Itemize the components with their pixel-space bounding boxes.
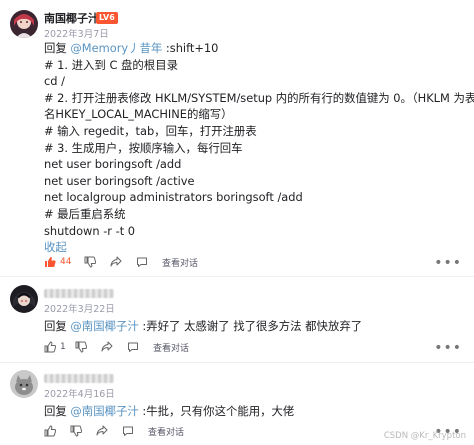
body-line: 名HKEY_LOCAL_MACHINE的缩写） [44, 107, 233, 122]
reply-button[interactable] [122, 425, 134, 437]
thumbs-down-icon [70, 425, 82, 437]
body-line: cd / [44, 74, 65, 89]
comment-body: 回复 @南国椰子汁 :弄好了 太感谢了 找了很多方法 都快放弃了 [44, 318, 460, 335]
collapse-link[interactable]: 收起 [44, 239, 460, 256]
reply-icon [128, 342, 138, 352]
reply-text: :牛批，只有你这个能用，大佬 [138, 404, 295, 418]
view-thread-link[interactable]: 查看对话 [162, 256, 198, 269]
comment-body: 回复 @Memory丿昔年 :shift+10 # 1. 进入到 C 盘的根目录… [44, 40, 474, 256]
reply-button[interactable] [136, 256, 148, 268]
like-button[interactable]: 44 [44, 256, 71, 268]
share-icon [110, 256, 122, 267]
thumbs-up-icon [44, 341, 56, 353]
avatar[interactable] [10, 370, 38, 398]
body-line: # 3. 生成用户，按顺序输入，每行回车 [44, 140, 243, 155]
dislike-button[interactable] [84, 256, 96, 268]
author-name[interactable]: 南国椰子汁 [44, 10, 99, 26]
share-button[interactable] [101, 341, 113, 353]
dislike-button[interactable] [75, 341, 87, 353]
mention-link[interactable]: @南国椰子汁 [70, 319, 138, 333]
body-line: net user boringsoft /active [44, 173, 195, 188]
comment-date: 2022年4月16日 [44, 389, 115, 400]
body-line: net localgroup administrators boringsoft… [44, 190, 303, 205]
divider [0, 276, 474, 277]
reply-prefix: 回复 [44, 319, 71, 333]
share-icon [96, 425, 108, 436]
reply-text: :shift+10 [162, 41, 219, 55]
thumbs-down-icon [84, 256, 96, 268]
body-line: shutdown -r -t 0 [44, 223, 136, 238]
more-options-icon[interactable]: ••• [434, 341, 462, 355]
share-button[interactable] [96, 425, 108, 437]
reply-prefix: 回复 [44, 404, 71, 418]
share-button[interactable] [110, 256, 122, 268]
reply-button[interactable] [127, 341, 139, 353]
share-icon [101, 341, 113, 352]
like-count: 44 [60, 257, 72, 267]
view-thread-link[interactable]: 查看对话 [148, 425, 184, 438]
comment-body: 回复 @南国椰子汁 :牛批，只有你这个能用，大佬 [44, 403, 460, 420]
thumbs-down-icon [75, 341, 87, 353]
like-count: 1 [60, 342, 66, 352]
comment-date: 2022年3月22日 [44, 304, 115, 315]
divider [0, 362, 474, 363]
watermark: CSDN @Kr_Krypton [383, 431, 466, 441]
body-line: # 1. 进入到 C 盘的根目录 [44, 57, 178, 72]
thumbs-up-icon [44, 425, 56, 437]
comment-date: 2022年3月7日 [44, 29, 109, 40]
body-line: # 2. 打开注册表修改 HKLM/SYSTEM/setup 内的所有行的数值键… [44, 90, 474, 105]
mention-link[interactable]: @南国椰子汁 [70, 404, 138, 418]
avatar[interactable] [10, 10, 38, 38]
more-options-icon[interactable]: ••• [434, 256, 462, 270]
body-line: # 最后重启系统 [44, 206, 126, 221]
reply-icon [123, 426, 133, 436]
view-thread-link[interactable]: 查看对话 [153, 341, 189, 354]
level-badge: LV6 [96, 12, 118, 24]
mention-link[interactable]: @Memory丿昔年 [70, 41, 162, 55]
body-line: # 输入 regedit，tab，回车，打开注册表 [44, 123, 257, 138]
thumbs-up-icon [45, 257, 56, 267]
avatar[interactable] [10, 285, 38, 313]
reply-icon [137, 257, 147, 267]
author-name-blurred[interactable] [44, 374, 114, 383]
body-line: net user boringsoft /add [44, 157, 182, 172]
author-name-blurred[interactable] [44, 289, 114, 298]
dislike-button[interactable] [70, 425, 82, 437]
reply-text: :弄好了 太感谢了 找了很多方法 都快放弃了 [138, 319, 363, 333]
like-button[interactable]: 1 [44, 341, 66, 353]
reply-prefix: 回复 [44, 41, 71, 55]
like-button[interactable] [44, 425, 56, 437]
